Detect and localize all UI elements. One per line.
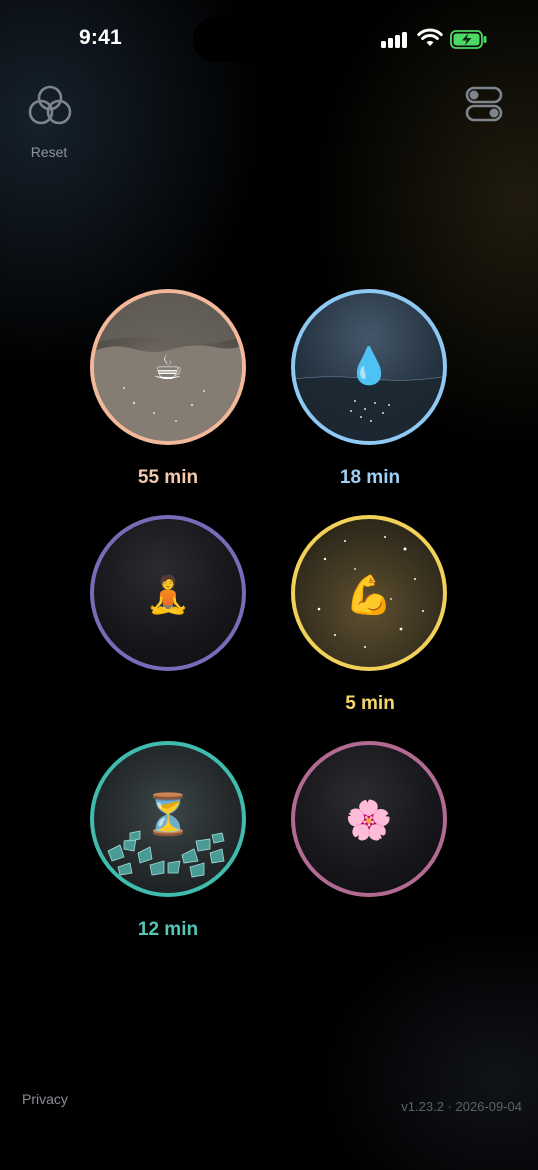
- meditation-icon: 🧘: [145, 575, 191, 616]
- strength-duration: 5 min: [345, 693, 395, 714]
- three-rings-icon: [28, 85, 72, 125]
- hourglass-timer[interactable]: ⏳: [90, 741, 246, 897]
- coffee-duration: 55 min: [137, 467, 199, 488]
- reset-label: Reset: [30, 144, 68, 160]
- version-text: v1.23.2 · 2026-09-04: [401, 1099, 522, 1114]
- battery-charging-icon: [450, 30, 487, 49]
- flower-timer[interactable]: 🌸: [291, 741, 447, 897]
- cherry-blossom-icon: 🌸: [345, 798, 393, 842]
- coffee-cup-icon: ☕: [152, 348, 184, 388]
- background: [0, 0, 538, 1170]
- hourglass-duration: 12 min: [137, 919, 199, 940]
- privacy-link[interactable]: Privacy: [22, 1091, 68, 1107]
- settings-toggles-button[interactable]: [464, 86, 508, 126]
- signal-icon: [381, 30, 409, 48]
- reset-button[interactable]: Reset: [22, 84, 76, 164]
- water-drop-icon: 💧: [346, 346, 392, 387]
- status-time: 9:41: [79, 26, 122, 49]
- flexed-bicep-icon: 💪: [345, 573, 393, 617]
- meditation-timer[interactable]: 🧘: [90, 515, 246, 671]
- dynamic-island: [193, 17, 346, 62]
- coffee-timer[interactable]: ☕: [90, 289, 246, 445]
- strength-timer[interactable]: 💪: [291, 515, 447, 671]
- hourglass-icon: ⏳: [143, 792, 193, 838]
- water-duration: 18 min: [339, 467, 401, 488]
- toggles-icon: [465, 86, 503, 122]
- water-timer[interactable]: 💧: [291, 289, 447, 445]
- wifi-icon: [417, 28, 443, 46]
